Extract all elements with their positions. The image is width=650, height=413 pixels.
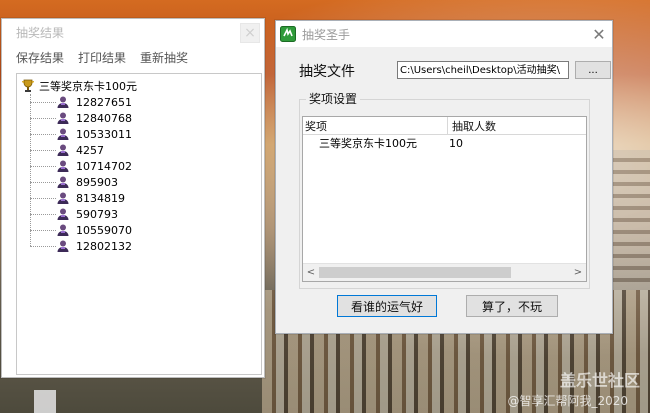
tree-branch-line — [30, 165, 56, 167]
trophy-icon — [22, 79, 34, 92]
user-icon — [57, 112, 69, 124]
browse-button[interactable]: ... — [575, 61, 611, 79]
app-icon — [280, 26, 296, 42]
scroll-right-arrow-icon[interactable]: > — [572, 264, 584, 281]
tree-branch-line — [30, 197, 56, 199]
prize-count-cell: 10 — [449, 136, 463, 150]
winner-item[interactable]: 10559070 — [30, 222, 132, 238]
prize-name-cell: 三等奖京东卡100元 — [319, 137, 417, 150]
winner-id: 590793 — [76, 207, 118, 221]
user-icon — [57, 96, 69, 108]
winner-item[interactable]: 10714702 — [30, 158, 132, 174]
winner-id: 12840768 — [76, 111, 132, 125]
tree-root-label: 三等奖京东卡100元 — [39, 80, 137, 93]
winner-id: 12827651 — [76, 95, 132, 109]
user-icon — [57, 176, 69, 188]
file-row: 抽奖文件 C:\Users\cheil\Desktop\活动抽奖\ ... — [299, 61, 611, 81]
results-menu: 保存结果 打印结果 重新抽奖 — [2, 45, 264, 69]
winner-item[interactable]: 10533011 — [30, 126, 132, 142]
tree-branch-line — [30, 245, 56, 247]
user-icon — [57, 144, 69, 156]
tree-branch-line — [30, 101, 56, 103]
main-title: 抽奖圣手 — [302, 27, 351, 42]
tree-branch-line — [30, 181, 56, 183]
tree-branch-line — [30, 213, 56, 215]
prize-settings-group: 奖项设置 奖项 抽取人数 三等奖京东卡100元 10 < > — [299, 90, 590, 289]
winner-item[interactable]: 590793 — [30, 206, 118, 222]
user-icon — [57, 192, 69, 204]
menu-redraw[interactable]: 重新抽奖 — [140, 49, 188, 66]
results-close-button[interactable]: × — [240, 23, 260, 43]
winner-id: 8134819 — [76, 191, 125, 205]
close-icon: ✕ — [592, 24, 606, 44]
tree-branch-line — [30, 149, 56, 151]
main-window: 抽奖圣手 ✕ 抽奖文件 C:\Users\cheil\Desktop\活动抽奖\… — [275, 20, 613, 334]
watermark-logo: 盖乐世社区 — [559, 371, 640, 390]
prize-list-header: 奖项 抽取人数 — [303, 117, 586, 135]
main-close-button[interactable]: ✕ — [590, 24, 608, 44]
winner-id: 10714702 — [76, 159, 132, 173]
quit-button[interactable]: 算了，不玩 — [466, 295, 558, 317]
scroll-left-arrow-icon[interactable]: < — [305, 264, 317, 281]
user-icon — [57, 160, 69, 172]
winner-item[interactable]: 895903 — [30, 174, 118, 190]
user-icon — [57, 208, 69, 220]
results-title: 抽奖结果 — [16, 25, 65, 40]
taskbar-item[interactable] — [34, 390, 56, 413]
horizontal-scrollbar[interactable]: < > — [303, 263, 586, 281]
tree-root[interactable]: 三等奖京东卡100元 — [21, 78, 137, 94]
winner-item[interactable]: 12802132 — [30, 238, 132, 254]
scrollbar-thumb[interactable] — [319, 267, 511, 278]
winner-item[interactable]: 12827651 — [30, 94, 132, 110]
tree-branch-line — [30, 117, 56, 119]
winners-tree[interactable]: 三等奖京东卡100元 12827651 12840768 10533011 4257 1… — [16, 73, 262, 375]
user-icon — [57, 240, 69, 252]
close-icon: × — [244, 25, 256, 41]
winner-id: 12802132 — [76, 239, 132, 253]
winner-item[interactable]: 8134819 — [30, 190, 125, 206]
background-buildings — [610, 150, 650, 290]
tree-branch-line — [30, 133, 56, 135]
watermark-author: @智享汇帮阿我_2020 — [507, 394, 628, 408]
results-window: 抽奖结果 × 保存结果 打印结果 重新抽奖 三等奖京东卡100元 1282765… — [1, 18, 265, 378]
file-path-input[interactable]: C:\Users\cheil\Desktop\活动抽奖\ — [397, 61, 569, 79]
prize-settings-title: 奖项设置 — [306, 90, 361, 107]
winner-id: 4257 — [76, 143, 104, 157]
winner-item[interactable]: 4257 — [30, 142, 104, 158]
winner-id: 10559070 — [76, 223, 132, 237]
user-icon — [57, 128, 69, 140]
winner-id: 10533011 — [76, 127, 132, 141]
file-label: 抽奖文件 — [299, 64, 355, 80]
prize-list[interactable]: 奖项 抽取人数 三等奖京东卡100元 10 < > — [302, 116, 587, 282]
user-icon — [57, 224, 69, 236]
results-title-bar[interactable]: 抽奖结果 × — [2, 19, 264, 45]
menu-print-results[interactable]: 打印结果 — [78, 49, 126, 66]
main-title-bar[interactable]: 抽奖圣手 ✕ — [276, 21, 612, 47]
menu-save-results[interactable]: 保存结果 — [16, 49, 64, 66]
prize-row[interactable]: 三等奖京东卡100元 10 — [303, 135, 586, 151]
draw-button[interactable]: 看谁的运气好 — [337, 295, 437, 317]
winner-item[interactable]: 12840768 — [30, 110, 132, 126]
column-prize[interactable]: 奖项 — [303, 117, 448, 134]
column-count[interactable]: 抽取人数 — [448, 117, 586, 134]
winner-id: 895903 — [76, 175, 118, 189]
tree-branch-line — [30, 229, 56, 231]
